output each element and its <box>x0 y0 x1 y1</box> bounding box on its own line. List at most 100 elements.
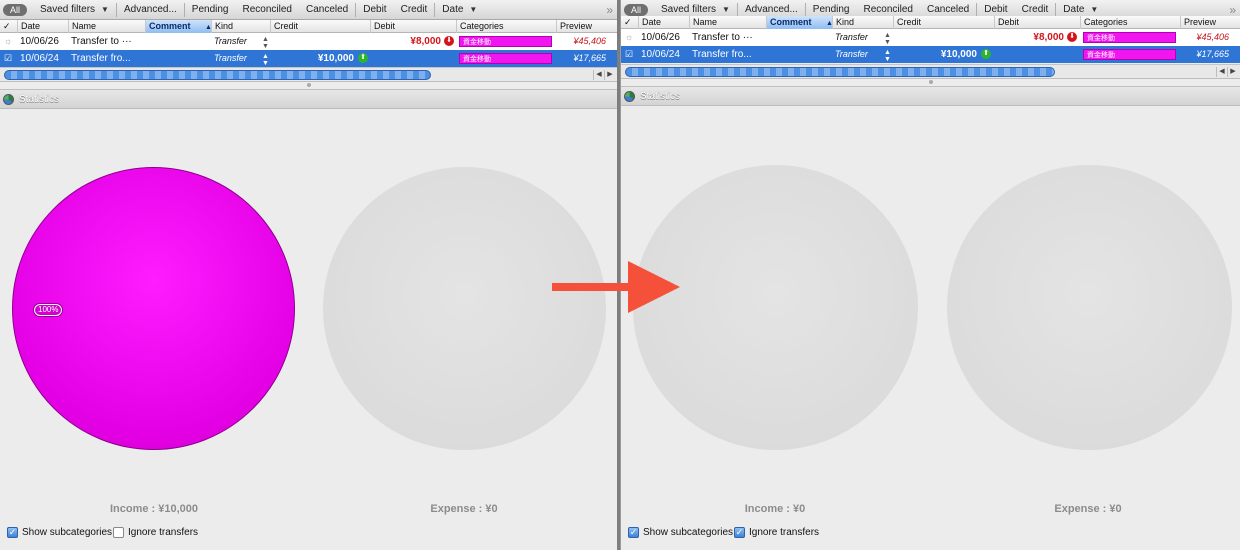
col-name[interactable]: Name <box>68 20 145 33</box>
col-date[interactable]: Date <box>17 20 68 33</box>
filter-all-button[interactable]: All <box>624 3 649 16</box>
col-comment[interactable]: Comment ▲ <box>766 16 833 29</box>
saved-filters-menu[interactable]: Saved filters ▼ <box>654 4 737 15</box>
expense-pie-empty <box>323 167 606 450</box>
ignore-transfers-option[interactable]: Ignore transfers <box>113 527 198 538</box>
row-date: 10/06/26 <box>20 36 59 47</box>
col-categories[interactable]: Categories <box>456 20 556 33</box>
chevron-down-icon: ▼ <box>722 5 730 14</box>
date-filter-menu[interactable]: Date ▼ <box>1056 4 1105 15</box>
chevron-down-icon: ▼ <box>469 5 478 14</box>
show-subcategories-checkbox[interactable]: ✓ <box>628 527 639 538</box>
expense-total: Expense : ¥0 <box>1054 503 1122 515</box>
status-reconciled-icon[interactable]: ☑ <box>625 46 637 63</box>
col-debit[interactable]: Debit <box>994 16 1080 29</box>
table-row[interactable]: ☼ 10/06/26 Transfer to ··· Transfer ▲▼ ¥… <box>0 33 617 50</box>
reconciled-filter[interactable]: Reconciled <box>235 4 298 15</box>
col-preview[interactable]: Preview <box>1180 16 1240 29</box>
date-filter-label: Date <box>1063 4 1085 15</box>
expense-total: Expense : ¥0 <box>430 503 498 515</box>
credit-arrow-icon: ⬆ <box>981 46 993 63</box>
debit-filter[interactable]: Debit <box>356 4 393 15</box>
debit-filter[interactable]: Debit <box>977 4 1014 15</box>
col-kind[interactable]: Kind <box>211 20 270 33</box>
ignore-transfers-checkbox[interactable]: ✓ <box>734 527 745 538</box>
col-name[interactable]: Name <box>689 16 766 29</box>
credit-filter[interactable]: Credit <box>1015 4 1056 15</box>
row-category-tag[interactable]: 資金移動 <box>1083 49 1176 60</box>
ignore-transfers-checkbox[interactable] <box>113 527 124 538</box>
pending-filter[interactable]: Pending <box>806 4 857 15</box>
col-comment-label: Comment <box>770 17 812 27</box>
table-row-selected[interactable]: ☑ 10/06/24 Transfer fro... Transfer ▲▼ ¥… <box>621 46 1240 63</box>
show-subcategories-option[interactable]: ✓ Show subcategories <box>7 527 112 538</box>
row-credit: ¥10,000 <box>940 49 977 60</box>
overflow-chevrons-icon[interactable]: » <box>1229 3 1236 17</box>
overflow-chevrons-icon[interactable]: » <box>606 3 613 17</box>
col-check[interactable]: ✓ <box>0 20 17 33</box>
row-debit: ¥8,000 <box>1033 32 1064 43</box>
scroll-thumb[interactable] <box>4 70 431 80</box>
col-comment-label: Comment <box>149 21 191 31</box>
col-kind[interactable]: Kind <box>832 16 893 29</box>
row-kind: Transfer <box>835 32 868 42</box>
scroll-right-icon[interactable]: ▶ <box>1227 67 1238 77</box>
income-pie-percent-label: 100% <box>34 304 63 316</box>
ignore-transfers-label: Ignore transfers <box>749 527 820 538</box>
col-preview[interactable]: Preview <box>556 20 617 33</box>
col-check[interactable]: ✓ <box>621 16 638 29</box>
scroll-thumb[interactable] <box>625 67 1055 77</box>
row-preview: ¥45,406 <box>573 36 606 46</box>
debit-arrow-icon: ⬇ <box>1067 29 1079 46</box>
table-header: ✓ Date Name Comment ▲ Kind Credit Debit … <box>621 16 1240 29</box>
horizontal-scrollbar[interactable]: ◀ ▶ <box>0 67 617 82</box>
advanced-button[interactable]: Advanced... <box>738 4 805 15</box>
split-grip[interactable] <box>928 80 933 84</box>
date-filter-label: Date <box>442 4 464 15</box>
status-pending-icon[interactable]: ☼ <box>625 29 637 46</box>
col-credit[interactable]: Credit <box>270 20 370 33</box>
ignore-transfers-label: Ignore transfers <box>128 527 199 538</box>
date-filter-menu[interactable]: Date ▼ <box>435 4 484 15</box>
ignore-transfers-option[interactable]: ✓ Ignore transfers <box>734 527 819 538</box>
row-preview: ¥17,665 <box>573 53 606 63</box>
scroll-right-icon[interactable]: ▶ <box>604 70 615 80</box>
table-row[interactable]: ☼ 10/06/26 Transfer to ··· Transfer ▲▼ ¥… <box>621 29 1240 46</box>
col-date[interactable]: Date <box>638 16 689 29</box>
scroll-left-icon[interactable]: ◀ <box>593 70 604 80</box>
left-window: All Saved filters ▼ Advanced... Pending R… <box>0 0 617 550</box>
row-preview: ¥45,406 <box>1196 32 1229 42</box>
pending-filter[interactable]: Pending <box>185 4 236 15</box>
credit-filter[interactable]: Credit <box>394 4 435 15</box>
row-preview: ¥17,665 <box>1196 49 1229 59</box>
filter-toolbar: All Saved filters ▼ Advanced... Pending R… <box>0 0 617 20</box>
row-credit: ¥10,000 <box>317 53 354 64</box>
income-total: Income : ¥10,000 <box>109 503 199 515</box>
col-categories[interactable]: Categories <box>1080 16 1180 29</box>
right-window: All Saved filters ▼ Advanced... Pending R… <box>620 0 1240 550</box>
horizontal-scrollbar[interactable]: ◀ ▶ <box>621 64 1240 79</box>
scroll-left-icon[interactable]: ◀ <box>1216 67 1227 77</box>
split-grip[interactable] <box>306 83 311 87</box>
col-credit[interactable]: Credit <box>893 16 994 29</box>
show-subcategories-option[interactable]: ✓ Show subcategories <box>628 527 733 538</box>
row-category-tag[interactable]: 資金移動 <box>459 36 552 47</box>
saved-filters-menu[interactable]: Saved filters ▼ <box>33 4 116 15</box>
canceled-filter[interactable]: Canceled <box>920 4 976 15</box>
table-row-selected[interactable]: ☑ 10/06/24 Transfer fro... Transfer ▲▼ ¥… <box>0 50 617 67</box>
row-category-tag[interactable]: 資金移動 <box>459 53 552 64</box>
chevron-down-icon: ▼ <box>1090 5 1099 14</box>
row-category-tag[interactable]: 資金移動 <box>1083 32 1176 43</box>
reconciled-filter[interactable]: Reconciled <box>856 4 919 15</box>
show-subcategories-checkbox[interactable]: ✓ <box>7 527 18 538</box>
filter-all-button[interactable]: All <box>3 3 28 16</box>
col-debit[interactable]: Debit <box>370 20 456 33</box>
status-pending-icon[interactable]: ☼ <box>4 33 16 50</box>
col-comment[interactable]: Comment ▲ <box>145 20 212 33</box>
canceled-filter[interactable]: Canceled <box>299 4 355 15</box>
saved-filters-label: Saved filters <box>661 4 717 15</box>
advanced-button[interactable]: Advanced... <box>117 4 184 15</box>
row-date: 10/06/24 <box>20 53 59 64</box>
statistics-title: Statistics <box>19 94 60 105</box>
status-reconciled-icon[interactable]: ☑ <box>4 50 16 67</box>
